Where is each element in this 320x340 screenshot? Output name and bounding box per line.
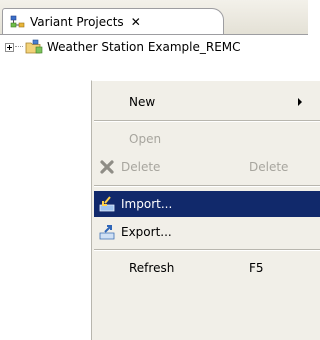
menu-item-label: Delete <box>121 160 161 174</box>
tab-variant-projects[interactable]: Variant Projects ✕ <box>2 8 224 34</box>
tree-item-project[interactable]: Weather Station Example_REMC <box>3 38 241 56</box>
menu-separator <box>94 120 320 122</box>
import-icon <box>99 196 115 212</box>
project-folder-icon <box>25 39 43 54</box>
menu-item-new[interactable]: New <box>94 89 320 115</box>
tab-title: Variant Projects <box>30 15 124 29</box>
tree-item-label: Weather Station Example_REMC <box>47 40 241 54</box>
menu-item-refresh[interactable]: Refresh F5 <box>94 255 320 281</box>
menu-item-import[interactable]: Import... <box>94 191 320 217</box>
menu-item-open[interactable]: Open <box>94 126 320 152</box>
menu-item-label: Import... <box>121 197 173 211</box>
menu-item-label: Refresh <box>129 261 175 275</box>
delete-icon <box>100 160 114 174</box>
menu-item-label: New <box>129 95 156 109</box>
tree-connector <box>15 46 23 48</box>
view-tab-strip: Variant Projects ✕ <box>0 0 308 35</box>
variant-projects-icon <box>10 15 25 28</box>
menu-item-shortcut: F5 <box>249 261 264 275</box>
close-icon[interactable]: ✕ <box>131 14 141 30</box>
context-menu: New Open Delete Delete Import... Export.… <box>91 80 320 340</box>
menu-separator <box>94 249 320 251</box>
menu-item-shortcut: Delete <box>249 160 289 174</box>
menu-item-label: Export... <box>121 225 172 239</box>
expand-icon[interactable] <box>5 42 14 52</box>
menu-item-export[interactable]: Export... <box>94 219 320 245</box>
menu-item-delete[interactable]: Delete Delete <box>94 154 320 180</box>
export-icon <box>99 225 115 240</box>
menu-item-label: Open <box>129 132 162 146</box>
menu-separator <box>94 185 320 187</box>
submenu-arrow-icon <box>298 98 302 106</box>
